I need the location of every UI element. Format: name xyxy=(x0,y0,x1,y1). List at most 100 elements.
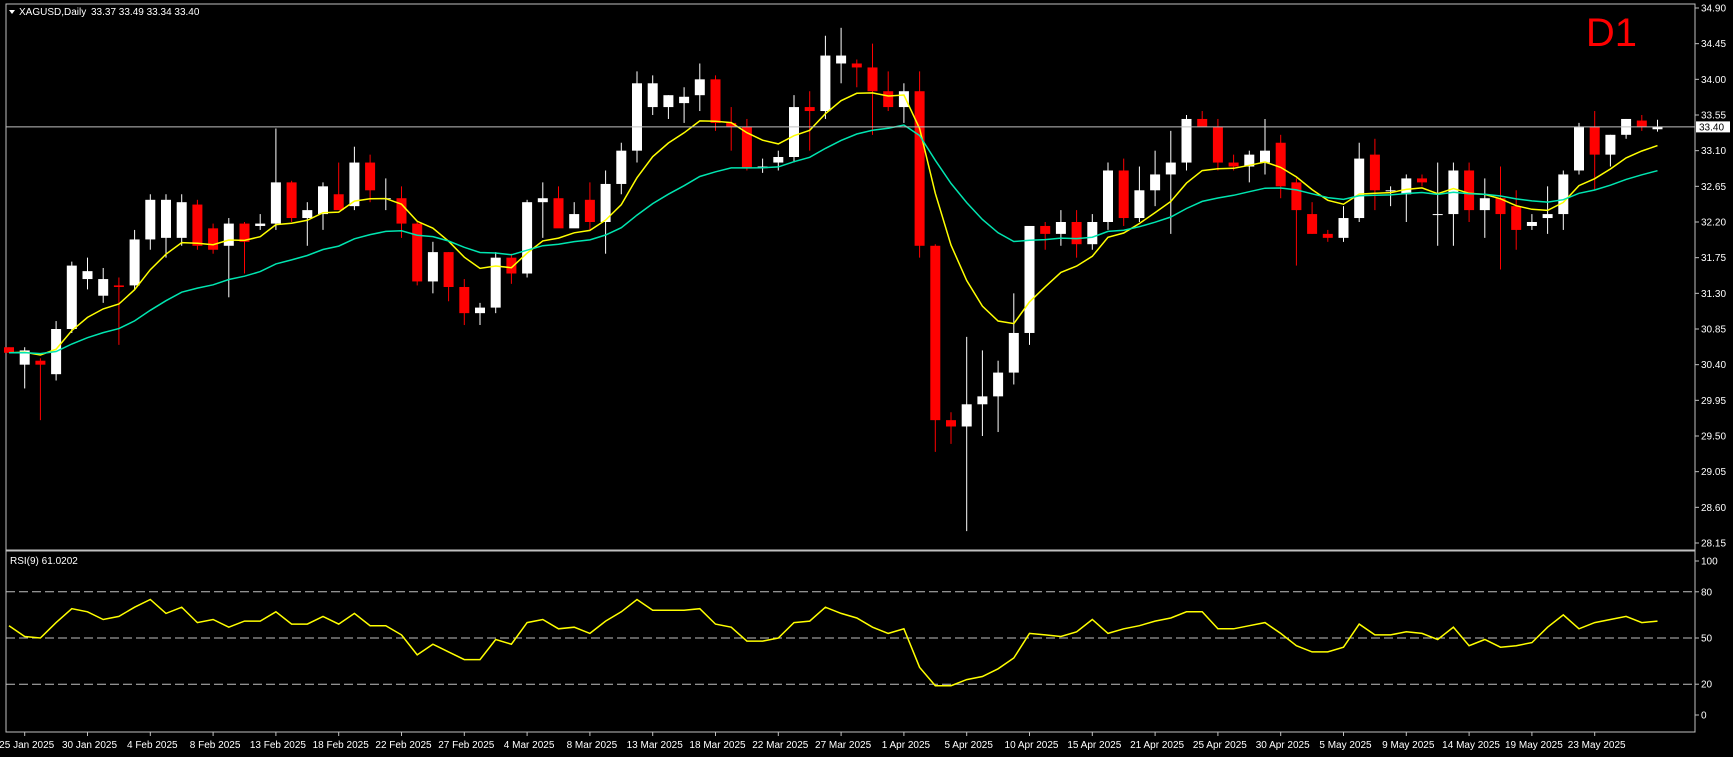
main-pane-frame xyxy=(5,3,1696,551)
candle-body xyxy=(1103,170,1113,222)
candle-body xyxy=(66,265,77,329)
candle-body xyxy=(1338,218,1349,238)
time-tick-label: 8 Feb 2025 xyxy=(190,740,241,751)
candle-body xyxy=(836,55,847,64)
price-tick-label: 29.05 xyxy=(1701,467,1726,478)
time-tick-label: 18 Mar 2025 xyxy=(689,740,746,751)
candle-body xyxy=(537,198,548,203)
candle-body xyxy=(1165,162,1176,175)
candle-body xyxy=(584,199,595,222)
candle-body xyxy=(1134,190,1145,219)
candle-body xyxy=(286,182,297,219)
time-tick-label: 10 Apr 2025 xyxy=(1005,740,1059,751)
candle-body xyxy=(789,107,799,158)
candle-body xyxy=(1636,120,1647,127)
candle-body xyxy=(459,286,470,314)
candle-body xyxy=(632,83,642,151)
candle-body xyxy=(1542,214,1553,219)
time-tick-label: 18 Feb 2025 xyxy=(313,740,370,751)
time-tick-label: 4 Mar 2025 xyxy=(504,740,555,751)
candle-body xyxy=(773,157,784,163)
rsi-axis[interactable]: 100 80 50 20 0 xyxy=(1695,557,1718,722)
candle-body xyxy=(1087,222,1098,245)
time-tick-label: 30 Jan 2025 xyxy=(62,740,117,751)
time-tick-label: 4 Feb 2025 xyxy=(127,740,178,751)
price-tick-label: 33.10 xyxy=(1701,146,1726,157)
price-tick-label: 32.65 xyxy=(1701,182,1726,193)
candle-body xyxy=(851,63,862,68)
price-tick-label: 32.20 xyxy=(1701,218,1726,229)
candle-body xyxy=(946,420,956,427)
time-tick-label: 5 May 2025 xyxy=(1319,740,1372,751)
candle-body xyxy=(553,198,564,229)
candle-body xyxy=(1212,126,1223,163)
candle-body xyxy=(804,107,815,112)
candle-body xyxy=(569,214,580,229)
candle-body xyxy=(616,150,627,184)
candle-body xyxy=(113,285,124,287)
candle-body xyxy=(129,239,140,286)
candle-body xyxy=(1464,170,1475,211)
candle-body xyxy=(1322,233,1333,238)
candle-body xyxy=(961,404,972,427)
price-tick-label: 33.55 xyxy=(1701,111,1726,122)
candle-body xyxy=(1479,198,1490,211)
candle-body xyxy=(145,199,156,240)
current-price-label: 33.40 xyxy=(1699,122,1724,133)
candle-body xyxy=(223,223,234,246)
candle-body xyxy=(506,257,517,274)
candle-body xyxy=(1558,174,1569,215)
price-tick-label: 34.90 xyxy=(1701,4,1726,15)
candle-body xyxy=(679,96,690,104)
candle-body xyxy=(1040,225,1051,234)
candle-body xyxy=(1589,126,1600,155)
candle-body xyxy=(663,95,674,108)
candle-body xyxy=(1071,222,1082,245)
time-tick-label: 1 Apr 2025 xyxy=(882,740,931,751)
price-tick-label: 31.30 xyxy=(1701,289,1726,300)
candle-body xyxy=(318,186,328,215)
price-tick-label: 34.00 xyxy=(1701,75,1726,86)
time-tick-label: 5 Apr 2025 xyxy=(945,740,994,751)
time-tick-label: 22 Mar 2025 xyxy=(752,740,809,751)
candle-body xyxy=(208,228,219,250)
candle-body xyxy=(977,396,988,405)
time-axis[interactable]: 25 Jan 2025 30 Jan 2025 4 Feb 2025 8 Feb 20… xyxy=(0,732,1626,751)
time-tick-label: 22 Feb 2025 xyxy=(375,740,432,751)
time-tick-label: 14 May 2025 xyxy=(1442,740,1500,751)
time-tick-label: 27 Mar 2025 xyxy=(815,740,872,751)
candle-body xyxy=(1417,178,1427,183)
candle-body xyxy=(1008,332,1019,373)
candle-body xyxy=(883,91,894,108)
candle-body xyxy=(161,199,171,238)
price-axis[interactable]: 34.90 34.45 34.00 33.55 33.10 32.65 32.20 31.75… xyxy=(1695,4,1726,550)
candle-body xyxy=(35,360,46,365)
candle-body xyxy=(1260,150,1270,163)
candle-body xyxy=(427,252,438,282)
candle-body xyxy=(192,204,203,246)
time-tick-label: 25 Apr 2025 xyxy=(1193,740,1247,751)
time-tick-label: 13 Mar 2025 xyxy=(627,740,684,751)
candle-body xyxy=(1275,142,1286,187)
candle-body xyxy=(333,194,344,211)
candle-body xyxy=(475,307,485,314)
price-tick-label: 30.85 xyxy=(1701,325,1726,336)
candle-body xyxy=(490,257,501,308)
candle-body xyxy=(1526,222,1537,226)
candle-body xyxy=(694,79,705,96)
candle-body xyxy=(898,91,909,108)
candle-body xyxy=(1024,225,1035,333)
candle-body xyxy=(365,162,376,191)
chart-ohlc: 33.37 33.49 33.34 33.40 xyxy=(91,7,200,18)
time-tick-label: 15 Apr 2025 xyxy=(1067,740,1121,751)
candle-body xyxy=(1574,126,1584,171)
candle-body xyxy=(255,223,266,226)
chart-area[interactable]: 34.90 34.45 34.00 33.55 33.10 32.65 32.20 31.75… xyxy=(0,0,1733,757)
candle-body xyxy=(82,271,93,280)
price-tick-label: 28.15 xyxy=(1701,539,1726,550)
time-tick-label: 23 May 2025 xyxy=(1568,740,1626,751)
candle-body xyxy=(993,372,1004,397)
candle-body xyxy=(1197,118,1208,127)
time-tick-label: 25 Jan 2025 xyxy=(0,740,55,751)
candle-body xyxy=(1605,134,1616,155)
